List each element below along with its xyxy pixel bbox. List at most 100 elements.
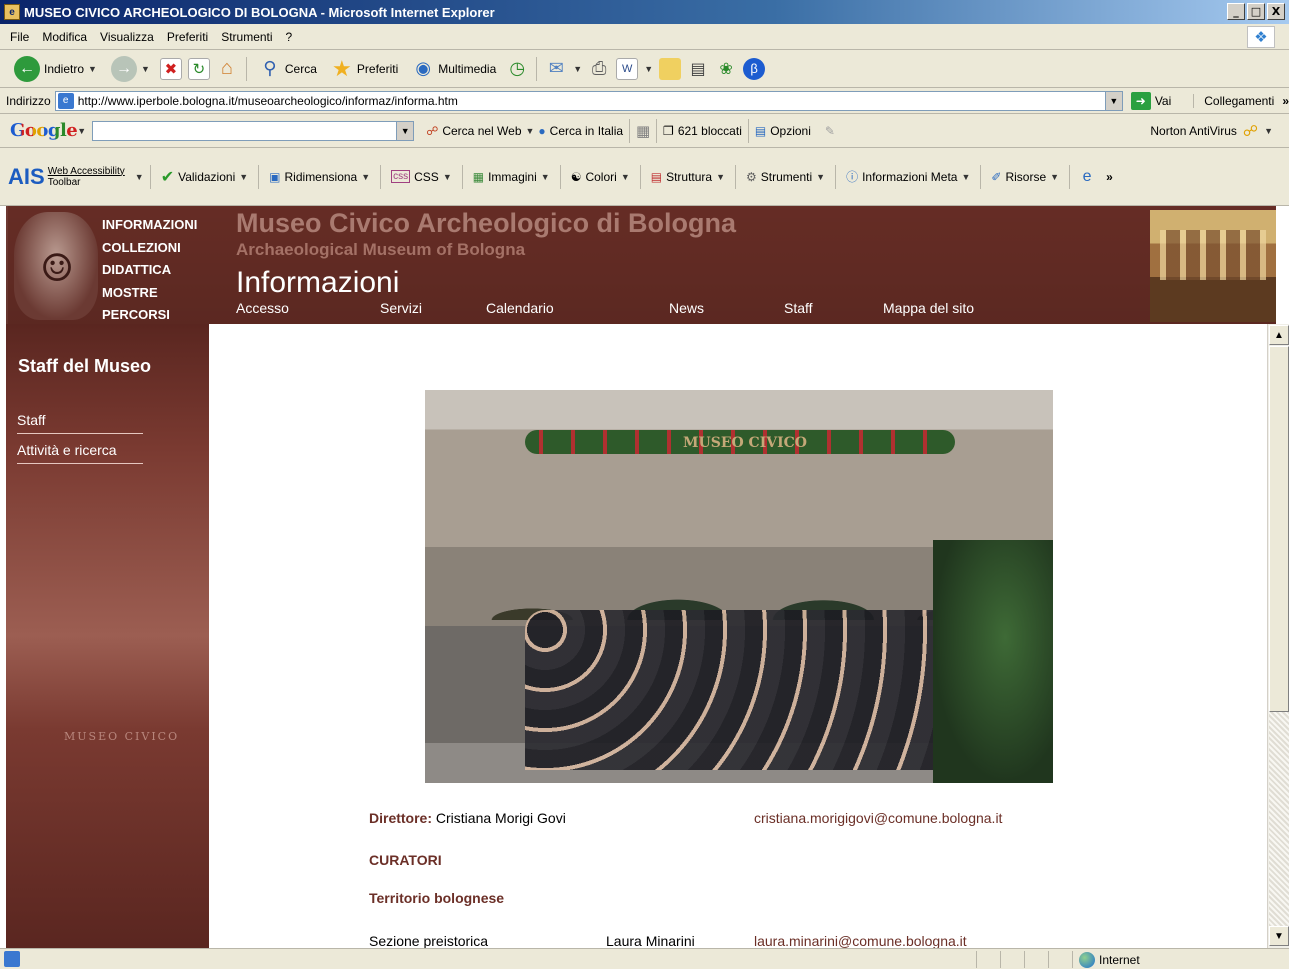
courtyard-thumbnail [1150, 210, 1276, 322]
minimize-button[interactable]: _ [1227, 3, 1245, 20]
search-button[interactable]: ⚲ Cerca [255, 58, 321, 80]
address-input[interactable]: e http://www.iperbole.bologna.it/museoar… [54, 90, 1123, 111]
territory-heading: Territorio bolognese [369, 890, 505, 906]
vertical-scrollbar[interactable]: ▲ ▼ [1267, 324, 1289, 948]
google-dropdown-icon[interactable]: ▼ [396, 121, 414, 140]
search-icon: ⚲ [263, 58, 277, 78]
research-icon[interactable]: ▤ [687, 58, 709, 80]
chevron-down-icon[interactable]: ▼ [135, 172, 144, 182]
search-italy-button[interactable]: ● Cerca in Italia [534, 124, 627, 138]
menu-strumenti[interactable]: Strumenti [217, 30, 281, 44]
ais-immagini[interactable]: ▦ Immagini ▼ [469, 170, 554, 184]
edit-word-icon[interactable]: W [616, 57, 639, 80]
forward-button[interactable]: → ▼ [107, 55, 154, 82]
separator [1069, 164, 1071, 189]
separator [629, 118, 631, 143]
subnav-staff[interactable]: Staff [784, 300, 813, 316]
main-content: MUSEO CIVICO Direttore: Cristiana Morigi… [209, 324, 1267, 948]
subnav-accesso[interactable]: Accesso [236, 300, 289, 316]
go-label: Vai [1154, 93, 1172, 108]
page-status-icon [4, 951, 20, 967]
menu-visualizza[interactable]: Visualizza [96, 30, 163, 44]
google-toolbar: Google ▼ ▼ ☍ Cerca nel Web ▼ ● Cerca in … [0, 114, 1289, 148]
menu-file[interactable]: File [6, 30, 38, 44]
address-dropdown-icon[interactable]: ▼ [1104, 91, 1122, 110]
print-icon[interactable]: ⎙ [588, 58, 610, 80]
nav-didattica[interactable]: DIDATTICA [102, 259, 197, 282]
go-button[interactable]: ➜ Vai [1130, 91, 1172, 110]
menu-preferiti[interactable]: Preferiti [163, 30, 217, 44]
history-icon[interactable]: ◷ [506, 58, 528, 80]
chevron-down-icon[interactable]: ▼ [77, 126, 86, 136]
ie-icon[interactable]: e [1076, 166, 1098, 188]
bluetooth-icon[interactable]: β [743, 57, 766, 80]
maximize-button[interactable]: □ [1247, 3, 1265, 20]
chevron-down-icon: ▼ [88, 63, 97, 74]
google-logo[interactable]: Google [10, 120, 78, 141]
sidebar-link-staff[interactable]: Staff [17, 412, 143, 434]
back-button[interactable]: ← Indietro ▼ [10, 55, 101, 82]
scroll-up-icon[interactable]: ▲ [1269, 325, 1289, 345]
scroll-thumb[interactable] [1269, 346, 1289, 712]
favorites-button[interactable]: ★ Preferiti [327, 56, 402, 81]
sidebar-link-attivita[interactable]: Attività e ricerca [17, 442, 143, 464]
stop-icon[interactable]: ✖ [159, 57, 182, 80]
mail-icon[interactable]: ✉ [545, 58, 567, 80]
search-web-button[interactable]: ☍ Cerca nel Web [422, 124, 525, 138]
gears-icon: ⚙ [746, 169, 757, 184]
scroll-track[interactable] [1269, 712, 1289, 926]
chevron-down-icon: ▼ [961, 171, 971, 182]
separator [258, 164, 260, 189]
status-cell [1024, 951, 1048, 968]
nav-collezioni[interactable]: COLLEZIONI [102, 237, 197, 260]
director-email-link[interactable]: cristiana.morigigovi@comune.bologna.it [754, 810, 1002, 826]
media-label: Multimedia [438, 61, 497, 76]
row-email-link[interactable]: laura.minarini@comune.bologna.it [754, 933, 967, 948]
separator [835, 164, 837, 189]
close-button[interactable]: X [1267, 3, 1285, 20]
news-icon[interactable]: ▦ [632, 120, 654, 142]
chevron-down-icon[interactable]: ▼ [644, 64, 653, 74]
media-button[interactable]: ◉ Multimedia [408, 58, 500, 80]
ais-risorse-label: Risorse [1005, 169, 1047, 184]
norton-antivirus-button[interactable]: Norton AntiVirus ☍ ▼ [1150, 122, 1273, 140]
links-button[interactable]: Collegamenti [1193, 93, 1274, 108]
ais-ridimensiona[interactable]: ▣ Ridimensiona ▼ [265, 170, 374, 184]
address-label: Indirizzo [6, 93, 51, 108]
globe-icon [1079, 951, 1095, 968]
chevron-down-icon[interactable]: ▼ [573, 64, 582, 74]
go-arrow-icon: ➜ [1130, 91, 1151, 110]
ais-informazioni-meta[interactable]: ⓘ Informazioni Meta ▼ [842, 168, 974, 185]
nav-informazioni[interactable]: INFORMAZIONI [102, 214, 197, 237]
subnav-calendario[interactable]: Calendario [486, 300, 554, 316]
zone-label: Internet [1099, 952, 1140, 967]
menu-modifica[interactable]: Modifica [38, 30, 96, 44]
section-title: Informazioni [236, 266, 400, 299]
chevron-right-icon[interactable]: » [1282, 94, 1289, 108]
ais-struttura[interactable]: ▤ Struttura ▼ [647, 170, 729, 184]
status-cell [1000, 951, 1024, 968]
chevron-right-icon[interactable]: » [1106, 170, 1113, 184]
ais-validazioni[interactable]: ✔ Validazioni ▼ [157, 167, 252, 187]
ais-strumenti[interactable]: ⚙ Strumenti ▼ [742, 170, 829, 184]
separator [559, 164, 561, 189]
ais-colori[interactable]: ☯ Colori ▼ [567, 170, 634, 184]
subnav-mappa[interactable]: Mappa del sito [883, 300, 974, 316]
ais-risorse[interactable]: ✐ Risorse ▼ [987, 170, 1063, 184]
subnav-news[interactable]: News [669, 300, 704, 316]
ais-toolbar: AIS Web Accessibility Toolbar ▼ ✔ Validaz… [0, 148, 1289, 206]
folder-icon[interactable] [659, 57, 682, 80]
chevron-down-icon: ▼ [361, 171, 371, 182]
subnav-servizi[interactable]: Servizi [380, 300, 422, 316]
scroll-down-icon[interactable]: ▼ [1269, 926, 1289, 946]
options-button[interactable]: ▤ Opzioni ✎ [751, 124, 839, 138]
google-search-input[interactable]: ▼ [92, 120, 415, 141]
back-arrow-icon: ← [14, 55, 40, 82]
messenger-icon[interactable]: ❀ [715, 58, 737, 80]
popup-blocker-button[interactable]: ❐ 621 bloccati [659, 124, 746, 138]
refresh-icon[interactable]: ↻ [187, 57, 210, 80]
ais-css[interactable]: css CSS ▼ [387, 170, 456, 184]
menu-help[interactable]: ? [282, 30, 302, 44]
home-icon[interactable]: ⌂ [216, 57, 238, 80]
chevron-down-icon[interactable]: ▼ [526, 126, 535, 136]
